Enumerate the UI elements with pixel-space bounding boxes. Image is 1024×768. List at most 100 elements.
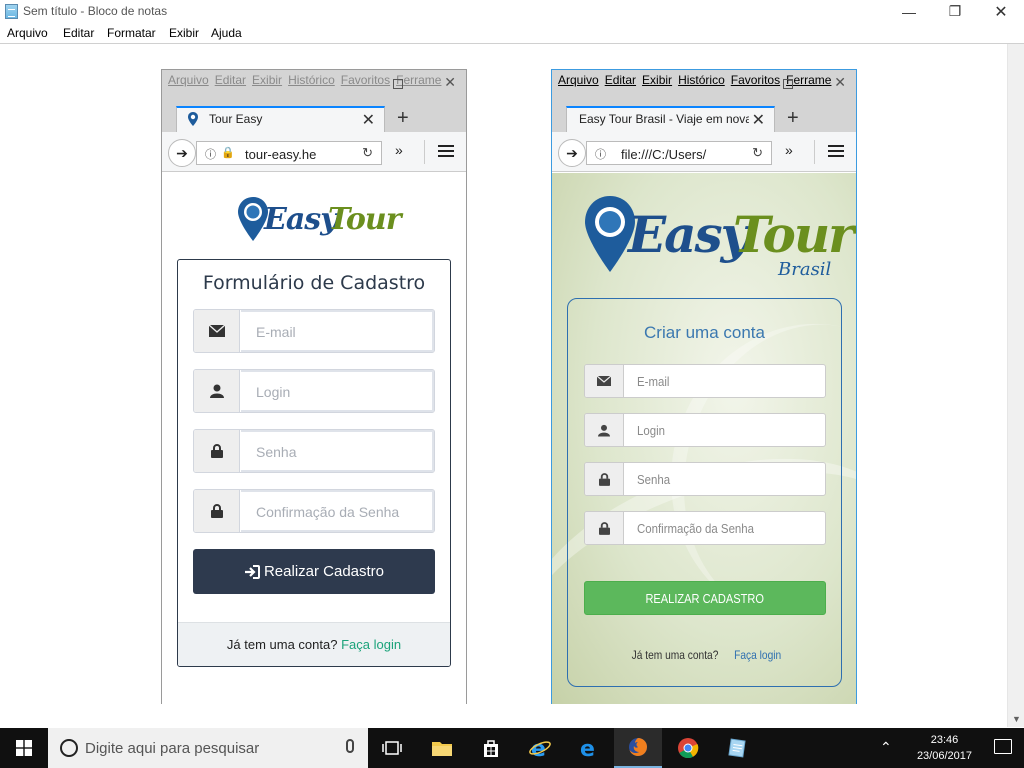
taskbar: Digite aqui para pesquisar e e ⌃ 23:46 2… [0,728,1024,768]
store-icon[interactable] [467,728,515,768]
reload-icon[interactable]: ↻ [362,145,373,161]
vertical-scrollbar[interactable]: ▼ [1007,44,1024,727]
new-tab-icon[interactable]: + [787,107,799,130]
menu-exibir[interactable]: Exibir [642,73,672,87]
footer-text: Já tem uma conta? [226,637,338,652]
tab-close-icon[interactable]: ✕ [752,110,765,130]
microphone-icon[interactable] [346,739,354,753]
tab-close-icon[interactable]: ✕ [362,110,375,130]
email-field[interactable]: E-mail [584,364,826,398]
nav-bar: ➔ ⓘ file:///C:/Users/ ↻ » [552,132,856,172]
user-icon [194,370,240,412]
menu-historico[interactable]: Histórico [678,73,725,87]
action-center-icon[interactable] [994,739,1012,754]
page-content: Easy Tour Formulário de Cadastro E-mail … [162,173,466,704]
form-footer: Já tem uma conta? Faça login [568,648,841,662]
back-icon[interactable]: ➔ [168,139,196,167]
url-text[interactable]: tour-easy.he [245,147,353,162]
email-placeholder: E-mail [256,324,296,340]
login-link[interactable]: Faça login [734,648,781,662]
logo-word-easy: Easy [264,202,338,237]
menu-favoritos[interactable]: Favoritos [731,73,780,87]
search-placeholder: Digite aqui para pesquisar [85,740,260,757]
easytour-logo: Easy Tour [236,195,402,247]
svg-text:e: e [580,737,595,759]
file-explorer-icon[interactable] [418,728,466,768]
close-icon[interactable]: ✕ [834,74,846,91]
login-link[interactable]: Faça login [341,637,401,652]
cortana-icon [60,739,78,757]
hamburger-menu-icon[interactable] [828,145,844,157]
form-title: Formulário de Cadastro [202,272,426,294]
taskbar-search-box[interactable]: Digite aqui para pesquisar [48,728,368,768]
task-view-icon[interactable] [368,728,416,768]
password-field[interactable]: Senha [193,429,435,473]
notepad-text-area[interactable] [0,43,1024,727]
menu-editar[interactable]: Editar [215,73,246,87]
login-placeholder: Login [256,384,291,400]
notepad-titlebar: Sem título - Bloco de notas — ❐ ✕ [0,0,1024,23]
edge-icon[interactable]: e [565,728,613,768]
info-icon[interactable]: ⓘ [205,146,216,162]
toolbar-divider [814,140,815,164]
password-field[interactable]: Senha [584,462,826,496]
maximize-icon[interactable] [783,79,793,89]
close-icon[interactable]: ✕ [444,74,456,91]
internet-explorer-icon[interactable]: e [516,728,564,768]
envelope-icon [585,365,624,397]
menu-arquivo[interactable]: Arquivo [168,73,209,87]
new-tab-icon[interactable]: + [397,107,409,130]
lock-icon [585,512,624,544]
show-hidden-icons-chevron-icon[interactable]: ⌃ [880,739,892,756]
menu-formatar[interactable]: Formatar [107,26,156,40]
menu-arquivo[interactable]: Arquivo [558,73,599,87]
info-icon[interactable]: ⓘ [595,146,606,162]
close-button[interactable]: ✕ [978,0,1024,23]
start-button[interactable] [0,728,48,768]
browser-window-left: Arquivo Editar Exibir Histórico Favoritos Fer… [161,69,467,704]
login-field[interactable]: Login [584,413,826,447]
menu-exibir[interactable]: Exibir [252,73,282,87]
menu-editar[interactable]: Editar [605,73,636,87]
hamburger-menu-icon[interactable] [438,145,454,157]
password-confirm-field[interactable]: Confirmação da Senha [584,511,826,545]
menu-editar[interactable]: Editar [63,26,94,40]
register-button[interactable]: Realizar Cadastro [193,549,435,594]
nav-bar: ➔ ⓘ 🔒 tour-easy.he ↻ » [162,132,466,172]
menu-arquivo[interactable]: Arquivo [7,26,48,40]
reload-icon[interactable]: ↻ [752,145,763,161]
password-confirm-field[interactable]: Confirmação da Senha [193,489,435,533]
password-confirm-placeholder: Confirmação da Senha [637,521,755,536]
chrome-icon[interactable] [664,728,712,768]
password-placeholder: Senha [637,472,671,487]
maximize-icon[interactable] [393,79,403,89]
login-field[interactable]: Login [193,369,435,413]
menu-favoritos[interactable]: Favoritos [341,73,390,87]
overflow-icon[interactable]: » [785,142,793,158]
url-bar[interactable]: ⓘ file:///C:/Users/ ↻ [586,141,772,165]
register-button[interactable]: REALIZAR CADASTRO [584,581,826,615]
menu-exibir[interactable]: Exibir [169,26,199,40]
url-text[interactable]: file:///C:/Users/ [621,147,741,162]
back-icon[interactable]: ➔ [558,139,586,167]
menu-ajuda[interactable]: Ajuda [211,26,242,40]
logo-word-tour: Tour [733,205,855,264]
minimize-button[interactable]: — [886,0,932,23]
url-bar[interactable]: ⓘ 🔒 tour-easy.he ↻ [196,141,382,165]
lock-icon [585,463,624,495]
tab-easy-tour-brasil[interactable]: Easy Tour Brasil - Viaje em novas ✕ [566,106,775,132]
firefox-icon[interactable] [614,728,662,768]
tab-title: Easy Tour Brasil - Viaje em novas [579,112,749,126]
tab-tour-easy[interactable]: Tour Easy ✕ [176,106,385,132]
scroll-down-icon[interactable]: ▼ [1012,714,1021,724]
taskbar-clock[interactable]: 23:46 23/06/2017 [917,732,972,764]
password-confirm-placeholder: Confirmação da Senha [256,504,400,520]
menu-historico[interactable]: Histórico [288,73,335,87]
notepad-taskbar-icon[interactable] [713,728,761,768]
insecure-lock-icon[interactable]: 🔒 [221,146,235,159]
overflow-icon[interactable]: » [395,142,403,158]
maximize-button[interactable]: ❐ [932,0,978,23]
browser-menubar: Arquivo Editar Exibir Histórico Favoritos Fer… [552,70,856,92]
logo-word-easy: Easy [628,205,750,264]
email-field[interactable]: E-mail [193,309,435,353]
